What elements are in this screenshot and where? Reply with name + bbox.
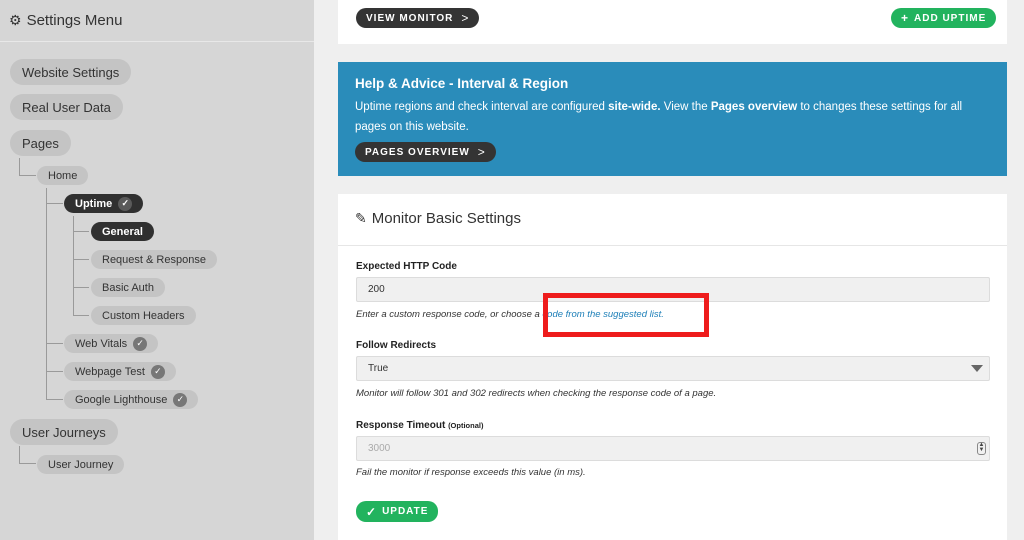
tree-branch bbox=[73, 315, 89, 316]
highlight-annotation-box bbox=[543, 293, 709, 337]
monitor-basic-settings-card: ✎ Monitor Basic Settings Expected HTTP C… bbox=[338, 194, 1007, 540]
follow-redirects-help: Monitor will follow 301 and 302 redirect… bbox=[356, 388, 717, 399]
update-button[interactable]: ✓ UPDATE bbox=[356, 501, 439, 522]
sidebar-item-label: Google Lighthouse bbox=[75, 393, 168, 406]
sidebar-item-custom-headers[interactable]: Custom Headers bbox=[91, 306, 196, 325]
chevron-right-icon: > bbox=[477, 145, 486, 159]
tree-branch bbox=[73, 259, 89, 260]
sidebar-item-label: User Journey bbox=[48, 458, 114, 471]
sidebar-item-webpage-test[interactable]: Webpage Test ✓ bbox=[64, 362, 176, 381]
help-title: Help & Advice - Interval & Region bbox=[355, 76, 569, 91]
pages-overview-link[interactable]: Pages overview bbox=[711, 101, 797, 113]
add-uptime-label: ADD UPTIME bbox=[914, 12, 987, 24]
response-timeout-input[interactable]: 3000 ▲ ▼ bbox=[356, 436, 990, 461]
pages-overview-button[interactable]: PAGES OVERVIEW > bbox=[355, 142, 496, 162]
sidebar: ⚙ Settings Menu Website Settings Real Us… bbox=[0, 0, 314, 540]
sidebar-item-website-settings[interactable]: Website Settings bbox=[10, 59, 132, 85]
tree-branch bbox=[73, 287, 89, 288]
plus-icon: + bbox=[901, 11, 910, 25]
optional-tag: (Optional) bbox=[448, 421, 484, 430]
tree-branch bbox=[19, 463, 36, 464]
number-stepper-icon[interactable]: ▲ ▼ bbox=[977, 442, 986, 455]
sidebar-item-uptime[interactable]: Uptime ✓ bbox=[64, 194, 144, 213]
sidebar-item-label: Webpage Test bbox=[75, 365, 145, 378]
sidebar-item-label: Uptime bbox=[75, 197, 113, 210]
view-monitor-button[interactable]: VIEW MONITOR > bbox=[356, 8, 480, 28]
sidebar-item-label: General bbox=[102, 225, 143, 238]
tree-branch bbox=[46, 203, 63, 204]
update-label: UPDATE bbox=[382, 506, 429, 517]
http-code-label: Expected HTTP Code bbox=[356, 261, 457, 272]
help-banner: Help & Advice - Interval & Region Uptime… bbox=[338, 62, 1007, 176]
gear-icon: ⚙ bbox=[9, 12, 22, 28]
tree-branch bbox=[19, 175, 36, 176]
tree-line bbox=[19, 446, 20, 464]
http-code-value: 200 bbox=[368, 284, 385, 295]
sidebar-item-basic-auth[interactable]: Basic Auth bbox=[91, 278, 165, 297]
sidebar-item-label: Basic Auth bbox=[102, 281, 154, 294]
check-icon: ✓ bbox=[133, 336, 148, 351]
sidebar-item-user-journeys[interactable]: User Journeys bbox=[10, 419, 118, 445]
section-title: ✎ Monitor Basic Settings bbox=[355, 210, 521, 227]
monitor-actions-card: VIEW MONITOR > + ADD UPTIME bbox=[338, 0, 1007, 44]
divider bbox=[338, 245, 1007, 246]
pages-overview-label: PAGES OVERVIEW bbox=[365, 146, 470, 158]
add-uptime-button[interactable]: + ADD UPTIME bbox=[891, 8, 997, 28]
caret-down-icon bbox=[971, 365, 983, 372]
tree-line bbox=[19, 158, 20, 176]
sidebar-item-label: User Journeys bbox=[22, 424, 106, 440]
tree-branch bbox=[73, 231, 89, 232]
sidebar-item-label: Request & Response bbox=[102, 253, 206, 266]
help-text-bold: site-wide. bbox=[608, 101, 661, 113]
follow-redirects-value: True bbox=[368, 363, 389, 374]
sidebar-title: Settings Menu bbox=[26, 12, 123, 29]
help-text-part: Uptime regions and check interval are co… bbox=[355, 101, 609, 113]
sidebar-item-google-lighthouse[interactable]: Google Lighthouse ✓ bbox=[64, 390, 199, 409]
follow-redirects-label: Follow Redirects bbox=[356, 340, 437, 351]
sidebar-item-label: Real User Data bbox=[22, 99, 111, 115]
sidebar-item-label: Website Settings bbox=[22, 64, 120, 80]
sidebar-item-label: Custom Headers bbox=[102, 309, 185, 322]
tree-line bbox=[46, 188, 47, 400]
response-timeout-placeholder: 3000 bbox=[368, 443, 391, 454]
check-icon: ✓ bbox=[366, 504, 378, 519]
sidebar-header: ⚙ Settings Menu bbox=[0, 0, 314, 42]
section-title-text: Monitor Basic Settings bbox=[371, 210, 521, 227]
check-icon: ✓ bbox=[150, 364, 165, 379]
sidebar-item-user-journey[interactable]: User Journey bbox=[37, 455, 125, 474]
response-timeout-label: Response Timeout (Optional) bbox=[356, 420, 483, 431]
sidebar-item-pages[interactable]: Pages bbox=[10, 130, 71, 156]
response-timeout-help: Fail the monitor if response exceeds thi… bbox=[356, 467, 586, 478]
view-monitor-label: VIEW MONITOR bbox=[366, 12, 454, 24]
help-text-part: View the bbox=[660, 101, 711, 113]
tree-branch bbox=[46, 343, 63, 344]
sidebar-item-label: Web Vitals bbox=[75, 337, 128, 350]
sidebar-item-real-user-data[interactable]: Real User Data bbox=[10, 94, 123, 120]
help-text: Uptime regions and check interval are co… bbox=[355, 97, 990, 137]
response-timeout-label-text: Response Timeout bbox=[356, 420, 446, 431]
tree-branch bbox=[46, 399, 63, 400]
sidebar-item-label: Home bbox=[48, 169, 78, 182]
sidebar-item-label: Pages bbox=[22, 135, 59, 151]
sidebar-item-home[interactable]: Home bbox=[37, 166, 89, 185]
tree-branch bbox=[46, 371, 63, 372]
sidebar-item-request-response[interactable]: Request & Response bbox=[91, 250, 217, 269]
check-icon: ✓ bbox=[173, 392, 188, 407]
sidebar-item-general[interactable]: General bbox=[91, 222, 154, 241]
http-code-help-text: Enter a custom response code, or choose … bbox=[356, 309, 543, 320]
follow-redirects-select[interactable]: True bbox=[356, 356, 990, 381]
pencil-icon: ✎ bbox=[355, 210, 367, 226]
chevron-right-icon: > bbox=[461, 11, 470, 25]
check-icon: ✓ bbox=[118, 196, 133, 211]
sidebar-item-web-vitals[interactable]: Web Vitals ✓ bbox=[64, 334, 159, 353]
